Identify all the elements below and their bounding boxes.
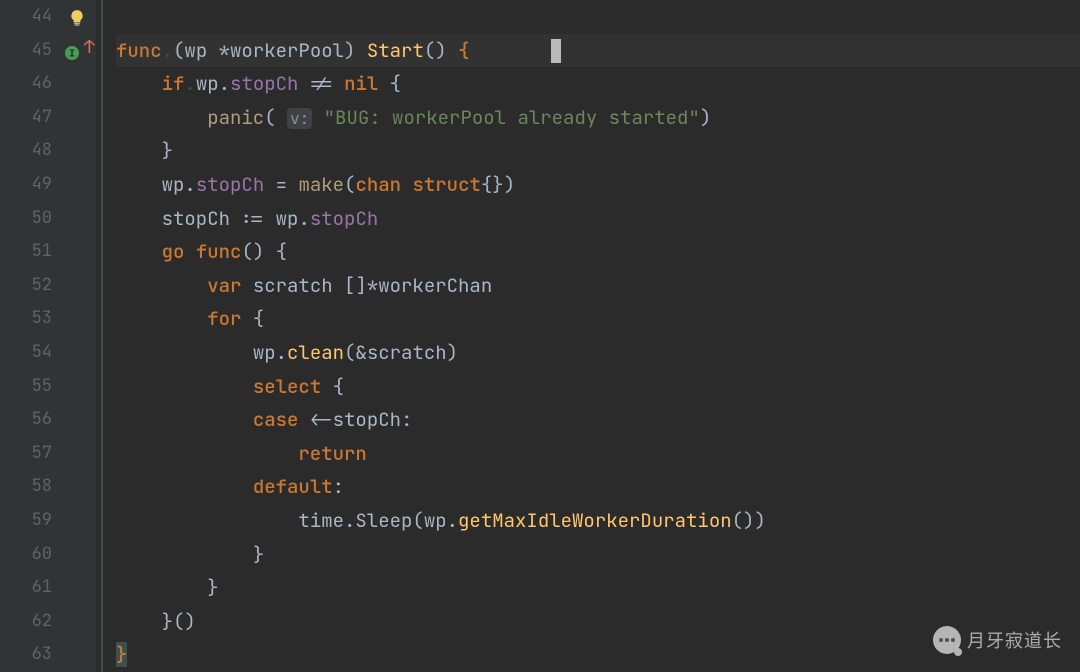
kw-select: select [253,374,321,399]
line-number: 49 [0,168,52,202]
code-line[interactable]: time.Sleep(wp.getMaxIdleWorkerDuration()… [116,504,1080,538]
line-number: 52 [0,269,52,303]
indent-guide [101,0,103,672]
code-area[interactable]: func.(wp *workerPool) Start() { if.wp.st… [96,0,1080,672]
code-line[interactable]: stopCh := wp.stopCh [116,202,1080,236]
code-line[interactable]: var scratch []*workerChan [116,269,1080,303]
line-number: 56 [0,403,52,437]
ident: stopCh [162,206,230,231]
kw-chan: chan [355,172,401,197]
param-hint: v: [287,108,312,129]
line-number: 57 [0,437,52,471]
op: != [298,71,344,96]
vcs-change-icon[interactable]: ↑ [84,36,95,59]
line-number: 45 [0,34,52,68]
kw-func: func [116,38,162,63]
line-number: 58 [0,470,52,504]
line-number: 48 [0,134,52,168]
kw-var: var [207,273,241,298]
line-number: 44 [0,0,52,34]
line-number: 60 [0,538,52,572]
brace: { [378,71,401,96]
call: time.Sleep( [298,508,423,533]
parens: () [424,38,458,63]
paren: ) [700,105,711,130]
kw-case: case [253,407,299,432]
wechat-icon [933,626,961,654]
watermark-text: 月牙寂道长 [967,627,1062,653]
text-cursor [551,39,561,63]
line-number: 50 [0,202,52,236]
kw-for: for [207,306,241,331]
receiver-type: *workerPool [219,38,344,63]
kw-go: go [162,239,185,264]
watermark: 月牙寂道长 [933,626,1062,654]
code-line[interactable]: case <-stopCh: [116,403,1080,437]
code-line[interactable]: select { [116,370,1080,404]
line-number: 59 [0,504,52,538]
line-number: 47 [0,101,52,135]
code-line[interactable]: } [116,134,1080,168]
code-line[interactable] [116,0,1080,34]
kw-struct: struct [412,172,480,197]
code-line[interactable]: panic( v: "BUG: workerPool already start… [116,101,1080,135]
line-number: 62 [0,605,52,639]
kw-func: func [196,239,242,264]
paren: ( [264,105,287,130]
line-number: 61 [0,571,52,605]
method-call: clean [287,340,344,365]
code-line[interactable]: return [116,437,1080,471]
panic-call: panic [207,105,264,130]
method-call: getMaxIdleWorkerDuration [458,508,732,533]
line-number: 46 [0,67,52,101]
code-line[interactable]: } [116,571,1080,605]
fn-name: Start [367,38,424,63]
code-line[interactable]: go func() { [116,235,1080,269]
line-number: 63 [0,638,52,672]
type: []*workerChan [344,273,492,298]
ident: wp [196,71,219,96]
kw-if: if [162,71,185,96]
paren: ) [344,38,367,63]
brace: } [162,138,173,163]
string-literal: "BUG: workerPool already started" [324,105,700,130]
code-line[interactable]: wp.clean(&scratch) [116,336,1080,370]
paren: ( [173,38,184,63]
line-number-gutter: 44 45 46 47 48 49 50 51 52 53 54 55 56 5… [0,0,62,672]
field: stopCh [196,172,264,197]
field: stopCh [310,206,378,231]
code-line[interactable]: if.wp.stopCh != nil { [116,67,1080,101]
brace: { [458,38,469,63]
code-line[interactable]: } [116,538,1080,572]
line-number: 51 [0,235,52,269]
code-line[interactable]: wp.stopCh = make(chan struct{}) [116,168,1080,202]
line-number: 53 [0,302,52,336]
code-editor[interactable]: 44 45 46 47 48 49 50 51 52 53 54 55 56 5… [0,0,1080,672]
ident: wp [162,172,185,197]
ident: scratch [253,273,344,298]
kw-default: default [253,474,333,499]
code-line[interactable]: default: [116,470,1080,504]
dot: . [219,71,230,96]
field: stopCh [230,71,298,96]
code-line[interactable]: func.(wp *workerPool) Start() { [116,34,1080,68]
svg-text:I: I [69,48,75,59]
line-number: 55 [0,370,52,404]
receiver-var: wp [184,38,218,63]
code-line[interactable]: for { [116,302,1080,336]
closing-brace: } [116,642,127,667]
lightbulb-icon[interactable] [68,6,86,24]
kw-nil: nil [344,71,378,96]
line-number: 54 [0,336,52,370]
implements-icon[interactable]: I [64,42,80,58]
gutter-icon-column: I ↑ [62,0,96,672]
make-call: make [298,172,344,197]
kw-return: return [298,441,366,466]
